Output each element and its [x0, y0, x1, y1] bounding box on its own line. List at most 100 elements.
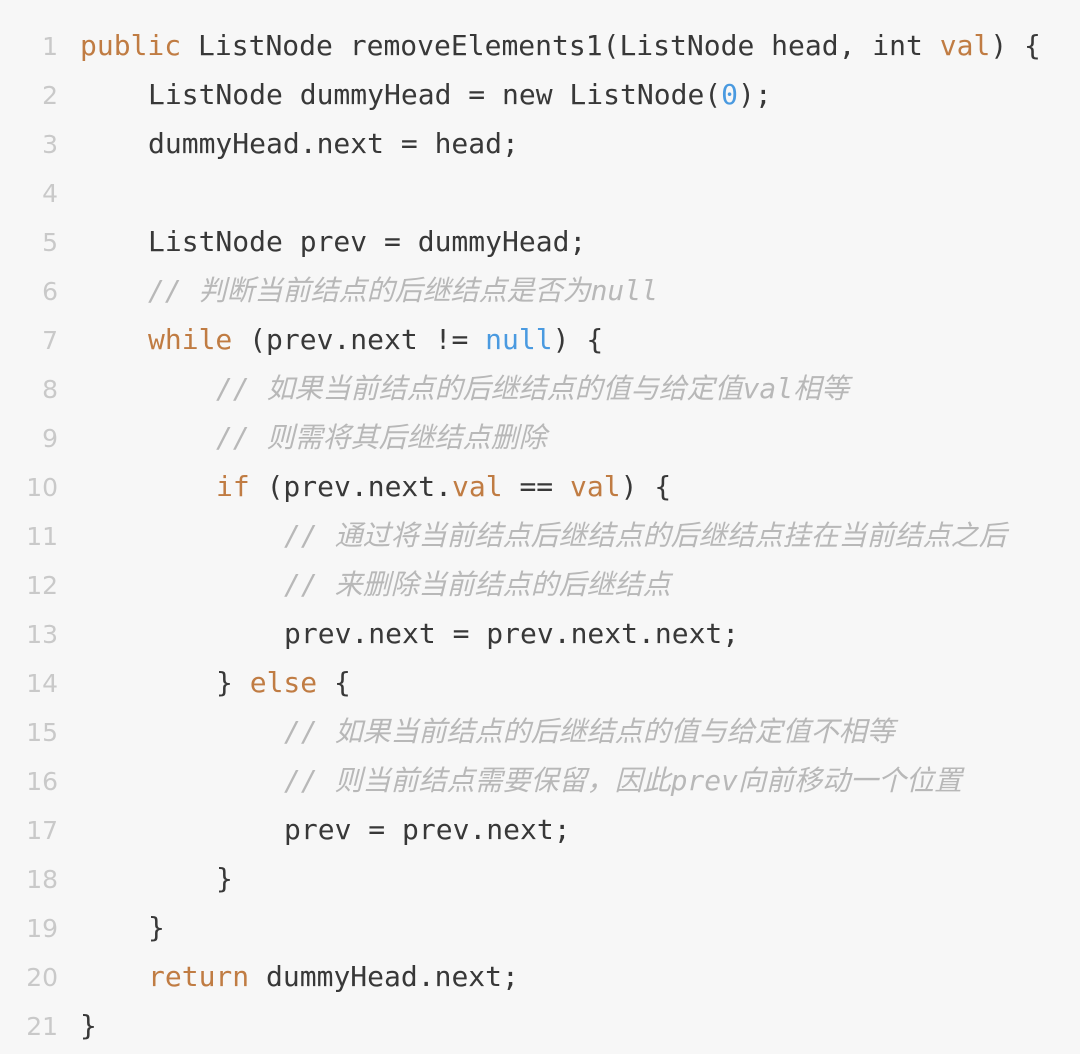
code-token-literal: 0	[721, 78, 739, 111]
code-token-plain: ) {	[620, 470, 672, 503]
code-token-plain: ListNode prev = dummyHead;	[148, 225, 587, 258]
code-line-content[interactable]: public ListNode removeElements1(ListNode…	[80, 21, 1041, 70]
line-number: 12	[26, 571, 58, 600]
code-line: 9 // 则需将其后继结点删除	[0, 413, 1080, 462]
code-line: 10 if (prev.next.val == val) {	[0, 462, 1080, 511]
code-token-plain: ) {	[990, 29, 1041, 62]
line-number: 7	[42, 326, 58, 355]
line-number: 21	[26, 1012, 58, 1041]
code-line-content[interactable]: // 如果当前结点的后继结点的值与给定值不相等	[80, 707, 895, 756]
code-line-content[interactable]: dummyHead.next = head;	[80, 119, 519, 168]
code-line-content[interactable]: while (prev.next != null) {	[80, 315, 603, 364]
code-token-plain: dummyHead.next;	[249, 960, 519, 993]
code-token-plain: ==	[502, 470, 571, 503]
line-number: 2	[42, 81, 58, 110]
line-number: 8	[42, 375, 58, 404]
code-line-content[interactable]: // 则需将其后继结点删除	[80, 413, 547, 462]
code-token-plain: ListNode removeElements1(ListNode head, …	[181, 29, 940, 62]
code-line: 6 // 判断当前结点的后继结点是否为null	[0, 266, 1080, 315]
code-line: 14} else {	[0, 658, 1080, 707]
code-line-content[interactable]: }	[80, 1001, 97, 1050]
line-number: 13	[26, 620, 58, 649]
code-token-comment: // 则当前结点需要保留，因此prev向前移动一个位置	[284, 764, 963, 797]
code-line: 7 while (prev.next != null) {	[0, 315, 1080, 364]
code-token-literal: null	[485, 323, 553, 356]
code-line: 16 // 则当前结点需要保留，因此prev向前移动一个位置	[0, 756, 1080, 805]
code-token-kw: else	[249, 666, 318, 699]
line-number: 16	[26, 767, 58, 796]
code-line-content[interactable]: ListNode dummyHead = new ListNode(0);	[80, 70, 772, 119]
code-token-plain: (prev.next !=	[232, 323, 486, 356]
line-number: 10	[26, 473, 58, 502]
code-line-content[interactable]	[80, 168, 97, 217]
line-number: 4	[42, 179, 58, 208]
code-line: 13 prev.next = prev.next.next;	[0, 609, 1080, 658]
code-token-comment: // 判断当前结点的后继结点是否为null	[148, 274, 659, 307]
code-line: 4	[0, 168, 1080, 217]
code-token-plain: prev.next = prev.next.next;	[284, 617, 740, 650]
code-line-content[interactable]: // 判断当前结点的后继结点是否为null	[80, 266, 658, 315]
code-line: 11 // 通过将当前结点后继结点的后继结点挂在当前结点之后	[0, 511, 1080, 560]
line-number: 14	[26, 669, 58, 698]
line-number: 20	[26, 963, 58, 992]
code-token-comment: // 如果当前结点的后继结点的值与给定值不相等	[284, 715, 895, 748]
line-number: 5	[42, 228, 58, 257]
code-token-kw: val	[452, 470, 503, 503]
code-line-content[interactable]: // 如果当前结点的后继结点的值与给定值val相等	[80, 364, 849, 413]
code-line-content[interactable]: return dummyHead.next;	[80, 952, 519, 1001]
code-token-plain: prev = prev.next;	[284, 813, 571, 846]
code-line: 1 public ListNode removeElements1(ListNod…	[0, 21, 1080, 70]
code-editor-pane: 1 public ListNode removeElements1(ListNod…	[0, 0, 1080, 1054]
code-token-plain: ListNode dummyHead = new ListNode(	[148, 78, 722, 111]
code-token-kw: while	[148, 323, 233, 356]
line-number: 15	[26, 718, 58, 747]
code-line: 3 dummyHead.next = head;	[0, 119, 1080, 168]
code-line-content[interactable]: // 来删除当前结点的后继结点	[80, 560, 671, 609]
code-line: 5 ListNode prev = dummyHead;	[0, 217, 1080, 266]
code-token-plain: {	[317, 666, 351, 699]
code-token-plain: }	[216, 862, 233, 895]
line-number: 9	[42, 424, 58, 453]
code-token-plain: }	[216, 666, 250, 699]
code-token-kw: val	[570, 470, 621, 503]
code-line: 18}	[0, 854, 1080, 903]
code-token-kw: public	[80, 29, 182, 62]
line-number: 18	[26, 865, 58, 894]
code-line-content[interactable]: // 则当前结点需要保留，因此prev向前移动一个位置	[80, 756, 962, 805]
code-token-comment: // 如果当前结点的后继结点的值与给定值val相等	[216, 372, 850, 405]
code-token-kw: return	[148, 960, 250, 993]
line-number: 19	[26, 914, 58, 943]
code-line-content[interactable]: if (prev.next.val == val) {	[80, 462, 671, 511]
code-token-kw: val	[939, 29, 991, 62]
code-line: 2 ListNode dummyHead = new ListNode(0);	[0, 70, 1080, 119]
line-number: 17	[26, 816, 58, 845]
code-line: 20 return dummyHead.next;	[0, 952, 1080, 1001]
code-token-kw: if	[216, 470, 250, 503]
code-line-content[interactable]: }	[80, 903, 165, 952]
code-token-plain: dummyHead.next = head;	[148, 127, 519, 160]
line-number: 1	[42, 32, 58, 61]
code-token-comment: // 则需将其后继结点删除	[216, 421, 547, 454]
code-token-comment: // 通过将当前结点后继结点的后继结点挂在当前结点之后	[284, 519, 1007, 552]
code-line-content[interactable]: prev = prev.next;	[80, 805, 571, 854]
code-line-content[interactable]: ListNode prev = dummyHead;	[80, 217, 586, 266]
code-token-plain: }	[80, 1009, 97, 1042]
code-line: 8 // 如果当前结点的后继结点的值与给定值val相等	[0, 364, 1080, 413]
code-line: 19}	[0, 903, 1080, 952]
code-token-plain: (prev.next.	[249, 470, 453, 503]
line-number: 11	[26, 522, 58, 551]
code-line-content[interactable]: // 通过将当前结点后继结点的后继结点挂在当前结点之后	[80, 511, 1007, 560]
code-token-plain: }	[148, 911, 165, 944]
code-line-content[interactable]: } else {	[80, 658, 351, 707]
line-number: 3	[42, 130, 58, 159]
code-token-plain: ) {	[552, 323, 604, 356]
code-token-plain: );	[738, 78, 772, 111]
code-line-content[interactable]: }	[80, 854, 233, 903]
code-line-content[interactable]: prev.next = prev.next.next;	[80, 609, 739, 658]
code-line: 12 // 来删除当前结点的后继结点	[0, 560, 1080, 609]
code-token-comment: // 来删除当前结点的后继结点	[284, 568, 671, 601]
line-number: 6	[42, 277, 58, 306]
code-line: 17 prev = prev.next;	[0, 805, 1080, 854]
code-line: 15 // 如果当前结点的后继结点的值与给定值不相等	[0, 707, 1080, 756]
code-line: 21}	[0, 1001, 1080, 1050]
